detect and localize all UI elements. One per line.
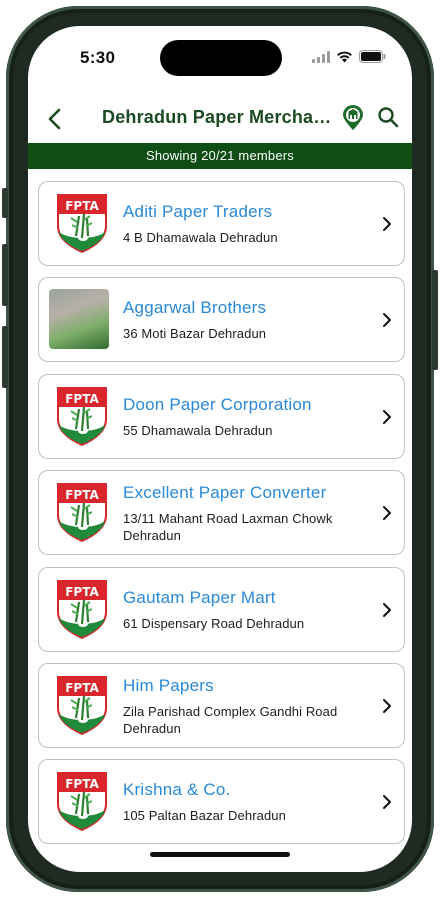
chevron-right-icon bbox=[383, 313, 391, 328]
dynamic-island bbox=[160, 40, 282, 76]
member-card[interactable]: FPTA Him Papers Zila Parishad Complex Gan… bbox=[38, 662, 405, 748]
fpta-logo-icon: FPTA bbox=[53, 578, 111, 640]
app-screen: 5:30 Dehradun Paper Merchant... Showing … bbox=[28, 26, 412, 872]
map-button[interactable] bbox=[341, 105, 365, 131]
logo-text: FPTA bbox=[65, 392, 99, 406]
search-button[interactable] bbox=[377, 106, 401, 130]
back-button[interactable] bbox=[40, 104, 68, 134]
fpta-logo-icon: FPTA bbox=[53, 674, 111, 736]
wifi-icon bbox=[337, 51, 352, 63]
back-chevron-icon bbox=[48, 108, 61, 130]
member-address: 61 Dispensary Road Dehradun bbox=[123, 615, 305, 631]
chevron-right-icon bbox=[383, 217, 391, 231]
member-card[interactable]: FPTA Gautam Paper Mart 61 Dispensary Road… bbox=[38, 566, 405, 652]
member-photo bbox=[49, 289, 109, 350]
member-address: 36 Moti Bazar Dehradun bbox=[123, 326, 267, 342]
home-indicator[interactable] bbox=[150, 852, 290, 857]
member-name[interactable]: Gautam Paper Mart bbox=[123, 588, 276, 608]
logo-text: FPTA bbox=[65, 585, 99, 599]
member-name[interactable]: Him Papers bbox=[123, 676, 214, 696]
member-address: 55 Dhamawala Dehradun bbox=[123, 422, 273, 438]
power-button bbox=[432, 270, 438, 370]
volume-up-button bbox=[2, 244, 8, 306]
battery-icon bbox=[359, 50, 386, 63]
page-title: Dehradun Paper Merchant... bbox=[102, 107, 340, 127]
member-address: 13/11 Mahant Road Laxman Chowk Dehradun bbox=[123, 511, 333, 544]
member-address: 105 Paltan Bazar Dehradun bbox=[123, 808, 286, 824]
member-name[interactable]: Excellent Paper Converter bbox=[123, 483, 326, 503]
member-name[interactable]: Aditi Paper Traders bbox=[123, 202, 272, 222]
fpta-logo-icon: FPTA bbox=[53, 481, 111, 543]
fpta-logo-icon: FPTA bbox=[53, 192, 111, 254]
member-name[interactable]: Aggarwal Brothers bbox=[123, 298, 266, 318]
status-time: 5:30 bbox=[80, 48, 116, 67]
cellular-signal-icon bbox=[312, 50, 330, 63]
chevron-right-icon bbox=[383, 506, 391, 521]
member-list: FPTA Aditi Paper Traders 4 B Dhamawala De… bbox=[38, 181, 405, 856]
fpta-logo-icon: FPTA bbox=[53, 770, 111, 832]
member-address: Zila Parishad Complex Gandhi Road Dehrad… bbox=[123, 703, 338, 736]
search-icon bbox=[378, 107, 399, 128]
status-icons bbox=[312, 50, 386, 63]
chevron-right-icon bbox=[383, 602, 391, 617]
navigation-bar: Dehradun Paper Merchant... bbox=[28, 96, 412, 142]
member-card[interactable]: FPTA Krishna & Co. 105 Paltan Bazar Dehra… bbox=[38, 759, 405, 845]
member-card[interactable]: FPTA Excellent Paper Converter 13/11 Maha… bbox=[38, 470, 405, 556]
chevron-right-icon bbox=[383, 409, 391, 424]
logo-text: FPTA bbox=[65, 488, 99, 502]
logo-text: FPTA bbox=[65, 199, 99, 213]
member-name[interactable]: Krishna & Co. bbox=[123, 780, 230, 800]
status-bar: 5:30 bbox=[28, 26, 412, 88]
mute-switch bbox=[2, 188, 8, 218]
volume-down-button bbox=[2, 326, 8, 388]
member-card[interactable]: FPTA Doon Paper Corporation 55 Dhamawala … bbox=[38, 373, 405, 459]
member-name[interactable]: Doon Paper Corporation bbox=[123, 395, 312, 415]
member-card[interactable]: Aggarwal Brothers 36 Moti Bazar Dehradun bbox=[38, 277, 405, 363]
logo-text: FPTA bbox=[65, 681, 99, 695]
member-address: 4 B Dhamawala Dehradun bbox=[123, 230, 278, 245]
logo-text: FPTA bbox=[65, 777, 99, 791]
chevron-right-icon bbox=[383, 795, 391, 810]
member-card[interactable]: FPTA Aditi Paper Traders 4 B Dhamawala De… bbox=[38, 181, 405, 266]
chevron-right-icon bbox=[383, 698, 391, 713]
map-pin-icon bbox=[343, 105, 363, 130]
members-count-banner: Showing 20/21 members bbox=[28, 143, 412, 169]
fpta-logo-icon: FPTA bbox=[53, 385, 111, 447]
